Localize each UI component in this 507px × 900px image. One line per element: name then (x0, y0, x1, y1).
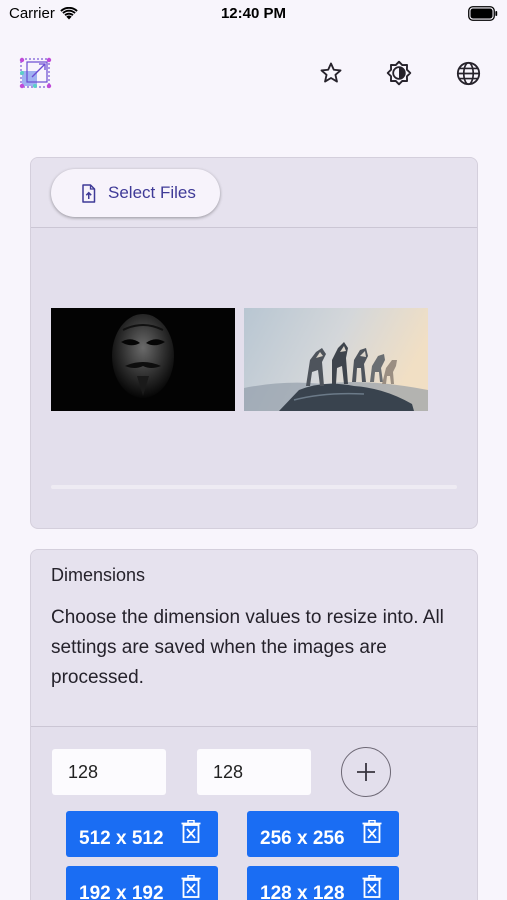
dimension-chip-label: 128 x 128 (260, 883, 345, 900)
file-upload-icon (82, 183, 96, 203)
image-resize-logo-icon (18, 56, 52, 90)
delete-icon[interactable] (362, 875, 382, 899)
files-card: Select Files (30, 157, 478, 529)
globe-icon (456, 61, 480, 85)
delete-icon[interactable] (362, 820, 382, 844)
mask-image[interactable] (51, 308, 235, 411)
dimension-chip[interactable]: 192 x 192 (66, 866, 218, 900)
dimension-chip[interactable]: 256 x 256 (247, 811, 399, 857)
files-card-header: Select Files (31, 158, 477, 228)
upload-progress-bar (51, 485, 457, 489)
height-input[interactable] (197, 749, 311, 795)
status-bar: Carrier 12:40 PM (0, 0, 507, 28)
dimensions-header: Dimensions Choose the dimension values t… (31, 550, 477, 727)
theme-toggle-button[interactable] (384, 58, 414, 88)
width-input[interactable] (52, 749, 166, 795)
delete-icon[interactable] (181, 820, 201, 844)
dimension-chip-label: 192 x 192 (79, 883, 164, 900)
dimension-chip[interactable]: 128 x 128 (247, 866, 399, 900)
dimensions-title: Dimensions (51, 565, 146, 585)
dimensions-description: Choose the dimension values to resize in… (51, 607, 444, 688)
dimensions-card: Dimensions Choose the dimension values t… (30, 549, 478, 900)
dimension-chip-label: 256 x 256 (260, 828, 345, 849)
plus-icon (357, 763, 375, 781)
select-files-button[interactable]: Select Files (51, 169, 220, 217)
battery-icon (468, 6, 498, 21)
select-files-label: Select Files (108, 183, 196, 202)
brightness-icon (386, 60, 412, 86)
wolves-image[interactable] (244, 308, 428, 411)
language-button[interactable] (453, 58, 483, 88)
favorite-button[interactable] (316, 58, 346, 88)
delete-icon[interactable] (181, 875, 201, 899)
dimension-chip[interactable]: 512 x 512 (66, 811, 218, 857)
clock: 12:40 PM (220, 5, 287, 22)
add-dimension-button[interactable] (341, 747, 391, 797)
star-icon (320, 62, 342, 83)
dimension-chip-label: 512 x 512 (79, 828, 164, 849)
